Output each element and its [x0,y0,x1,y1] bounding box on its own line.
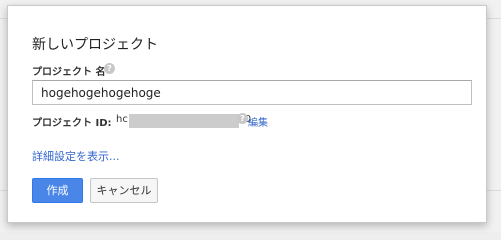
question-mark-icon[interactable]: ? [237,113,248,124]
create-button[interactable]: 作成 [32,178,83,203]
project-id-label: プロジェクト ID: [32,118,112,129]
project-name-input[interactable] [32,80,472,105]
show-advanced-settings-link[interactable]: 詳細設定を表示... [32,148,120,164]
cancel-button[interactable]: キャンセル [90,178,158,203]
edit-project-id-link[interactable]: 編集 [248,114,268,129]
project-id-redaction [129,114,239,128]
project-name-label: プロジェクト 名 [32,67,106,78]
question-mark-icon[interactable]: ? [104,63,115,74]
dialog-title: 新しいプロジェクト [32,37,158,53]
new-project-dialog: 新しいプロジェクト プロジェクト 名 ? プロジェクト ID: hc i0 ? … [7,5,487,223]
project-id-prefix: hc [116,114,128,125]
